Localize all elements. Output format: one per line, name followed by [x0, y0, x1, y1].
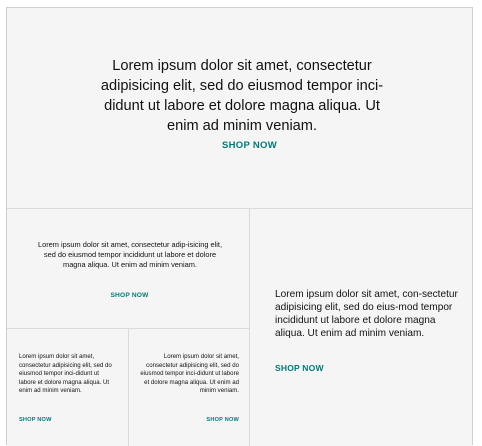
promo-bottom-left-text: Lorem ipsum dolor sit amet, consectetur … — [19, 353, 112, 395]
promo-bottom-left: Lorem ipsum dolor sit amet, consectetur … — [7, 329, 128, 446]
promo-left-top-shop-now-link[interactable]: SHOP NOW — [7, 292, 252, 299]
promo-left-top-text: Lorem ipsum dolor sit amet, consectetur … — [37, 240, 223, 269]
hero-banner: Lorem ipsum dolor sit amet, consectetur … — [7, 8, 472, 208]
promo-left-top: Lorem ipsum dolor sit amet, consectetur … — [7, 209, 249, 328]
promo-right-shop-now-link[interactable]: SHOP NOW — [275, 363, 324, 373]
promo-right: Lorem ipsum dolor sit amet, con-sectetur… — [250, 209, 472, 446]
hero-text: Lorem ipsum dolor sit amet, consectetur … — [100, 58, 384, 134]
promo-bottom-left-shop-now-link[interactable]: SHOP NOW — [19, 417, 52, 423]
page-frame: Lorem ipsum dolor sit amet, consectetur … — [6, 7, 473, 446]
hero-shop-now-link[interactable]: SHOP NOW — [7, 140, 482, 151]
promo-bottom-middle: Lorem ipsum dolor sit amet, consectetur … — [129, 329, 249, 446]
promo-bottom-middle-text: Lorem ipsum dolor sit amet, consectetur … — [140, 353, 239, 395]
promo-right-text: Lorem ipsum dolor sit amet, con-sectetur… — [275, 289, 458, 339]
promo-bottom-middle-shop-now-link[interactable]: SHOP NOW — [206, 417, 239, 423]
